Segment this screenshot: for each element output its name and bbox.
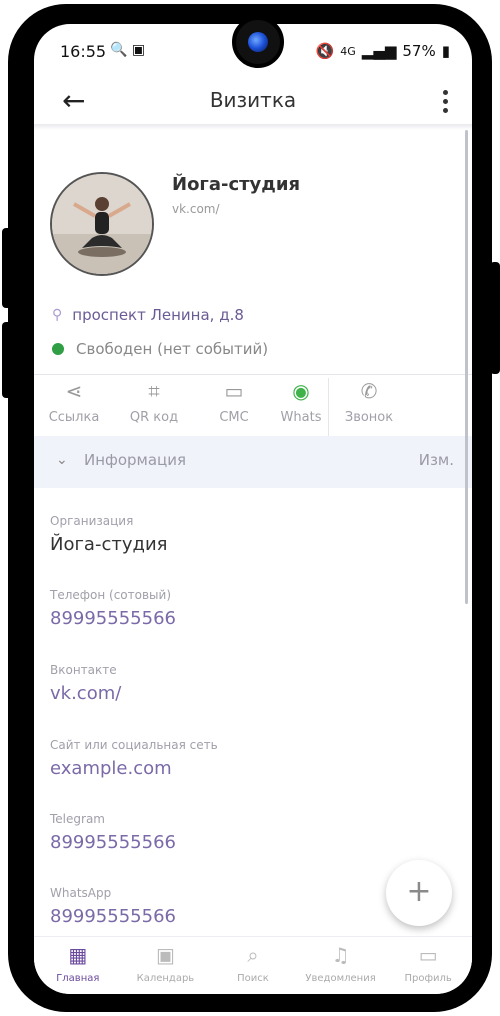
nav-calendar[interactable]: ▣ Календарь bbox=[122, 937, 210, 994]
more-menu-icon[interactable] bbox=[443, 86, 448, 117]
field-organization: Организация Йога-студия bbox=[50, 514, 450, 555]
home-grid-icon: ▦ bbox=[68, 943, 88, 967]
mute-icon: 🔇 bbox=[315, 42, 335, 60]
whatsapp-icon: ◉ bbox=[292, 379, 310, 403]
signal-icon: ▂▄▆ bbox=[361, 42, 397, 60]
nav-search[interactable]: ⌕ Поиск bbox=[209, 937, 297, 994]
volume-down-button bbox=[2, 322, 12, 398]
address-row[interactable]: ⚲ проспект Ленина, д.8 bbox=[52, 306, 244, 324]
field-telegram: Telegram 89995555566 bbox=[50, 812, 450, 853]
field-value[interactable]: 89995555566 bbox=[50, 608, 450, 629]
divider bbox=[34, 374, 472, 375]
add-button[interactable]: + bbox=[386, 860, 452, 926]
action-label: QR код bbox=[129, 410, 179, 425]
app-bar: ← Визитка bbox=[34, 78, 472, 124]
field-phone: Телефон (сотовый) 89995555566 bbox=[50, 588, 450, 629]
action-link[interactable]: ⋖ Ссылка bbox=[34, 378, 114, 436]
network-type: 4G bbox=[340, 44, 356, 58]
action-label: Звонок bbox=[344, 410, 394, 425]
profile-name: Йога-студия bbox=[172, 174, 300, 195]
field-label: Telegram bbox=[50, 812, 105, 826]
nav-home[interactable]: ▦ Главная bbox=[34, 937, 122, 994]
yoga-photo-icon bbox=[52, 174, 152, 274]
action-whatsapp[interactable]: ◉ Whats bbox=[274, 378, 328, 436]
action-qr[interactable]: ⌗ QR код bbox=[114, 378, 194, 436]
bell-icon: ♫ bbox=[331, 943, 350, 967]
field-label: Организация bbox=[50, 514, 134, 528]
field-value[interactable]: example.com bbox=[50, 758, 450, 779]
field-value: Йога-студия bbox=[50, 534, 168, 555]
nav-label: Календарь bbox=[136, 973, 195, 984]
chevron-down-icon: ⌄ bbox=[56, 452, 68, 468]
bottom-nav: ▦ Главная ▣ Календарь ⌕ Поиск ♫ Уведомле… bbox=[34, 936, 472, 994]
search-icon: ⌕ bbox=[247, 943, 259, 967]
share-icon: ⋖ bbox=[65, 379, 83, 403]
status-time: 16:55 bbox=[60, 42, 107, 61]
edit-button[interactable]: Изм. bbox=[419, 451, 454, 469]
qr-code-icon: ⌗ bbox=[148, 379, 160, 403]
availability-text: Свободен (нет событий) bbox=[76, 340, 269, 358]
status-right: 🔇 4G ▂▄▆ 57% ▮ bbox=[316, 42, 450, 60]
field-label: Сайт или социальная сеть bbox=[50, 738, 218, 752]
page-title: Визитка bbox=[209, 88, 297, 112]
nav-label: Поиск bbox=[237, 973, 269, 984]
field-website: Сайт или социальная сеть example.com bbox=[50, 738, 450, 779]
status-dot-icon bbox=[52, 343, 64, 355]
calendar-icon: ▣ bbox=[155, 943, 175, 967]
location-pin-icon: ⚲ bbox=[52, 307, 63, 323]
avatar[interactable] bbox=[50, 172, 154, 276]
availability-row: Свободен (нет событий) bbox=[52, 340, 268, 358]
nav-label: Главная bbox=[56, 973, 100, 984]
nav-label: Уведомления bbox=[305, 973, 376, 984]
message-icon: ▭ bbox=[224, 379, 244, 403]
scrollbar[interactable] bbox=[465, 130, 468, 604]
address-text: проспект Ленина, д.8 bbox=[72, 306, 244, 324]
nav-notifications[interactable]: ♫ Уведомления bbox=[297, 937, 385, 994]
screen: 16:55 🔍 ▣ 🔇 4G ▂▄▆ 57% ▮ ← Визитка Йога-… bbox=[34, 24, 472, 994]
battery-percent: 57% bbox=[402, 42, 436, 60]
action-bar: ⋖ Ссылка ⌗ QR код ▭ СМС ◉ Whats ✆ Звонок bbox=[34, 378, 472, 436]
appbar-shadow bbox=[34, 124, 472, 130]
action-sms[interactable]: ▭ СМС bbox=[194, 378, 274, 436]
volume-up-button bbox=[2, 228, 12, 308]
field-label: Вконтакте bbox=[50, 663, 117, 677]
field-vk: Вконтакте vk.com/ bbox=[50, 663, 450, 704]
field-label: Телефон (сотовый) bbox=[50, 588, 172, 602]
info-section-label: Информация bbox=[84, 451, 187, 469]
nav-label: Профиль bbox=[404, 973, 452, 984]
field-value[interactable]: vk.com/ bbox=[50, 683, 450, 704]
phone-icon: ✆ bbox=[360, 379, 378, 403]
profile-card-icon: ▭ bbox=[418, 943, 438, 967]
front-camera bbox=[232, 16, 284, 68]
nav-profile[interactable]: ▭ Профиль bbox=[384, 937, 472, 994]
profile-subtitle[interactable]: vk.com/ bbox=[172, 202, 220, 216]
action-label: СМС bbox=[219, 410, 249, 425]
action-label: Ссылка bbox=[48, 410, 100, 425]
field-value[interactable]: 89995555566 bbox=[50, 832, 450, 853]
info-section-header[interactable]: ⌄ Информация Изм. bbox=[34, 436, 472, 488]
camera-lens bbox=[248, 32, 268, 52]
battery-icon: ▮ bbox=[441, 42, 450, 60]
action-call[interactable]: ✆ Звонок bbox=[328, 378, 409, 436]
status-notification-icons: 🔍 ▣ bbox=[110, 42, 146, 58]
power-button bbox=[490, 262, 500, 374]
action-label: Whats bbox=[280, 410, 322, 425]
